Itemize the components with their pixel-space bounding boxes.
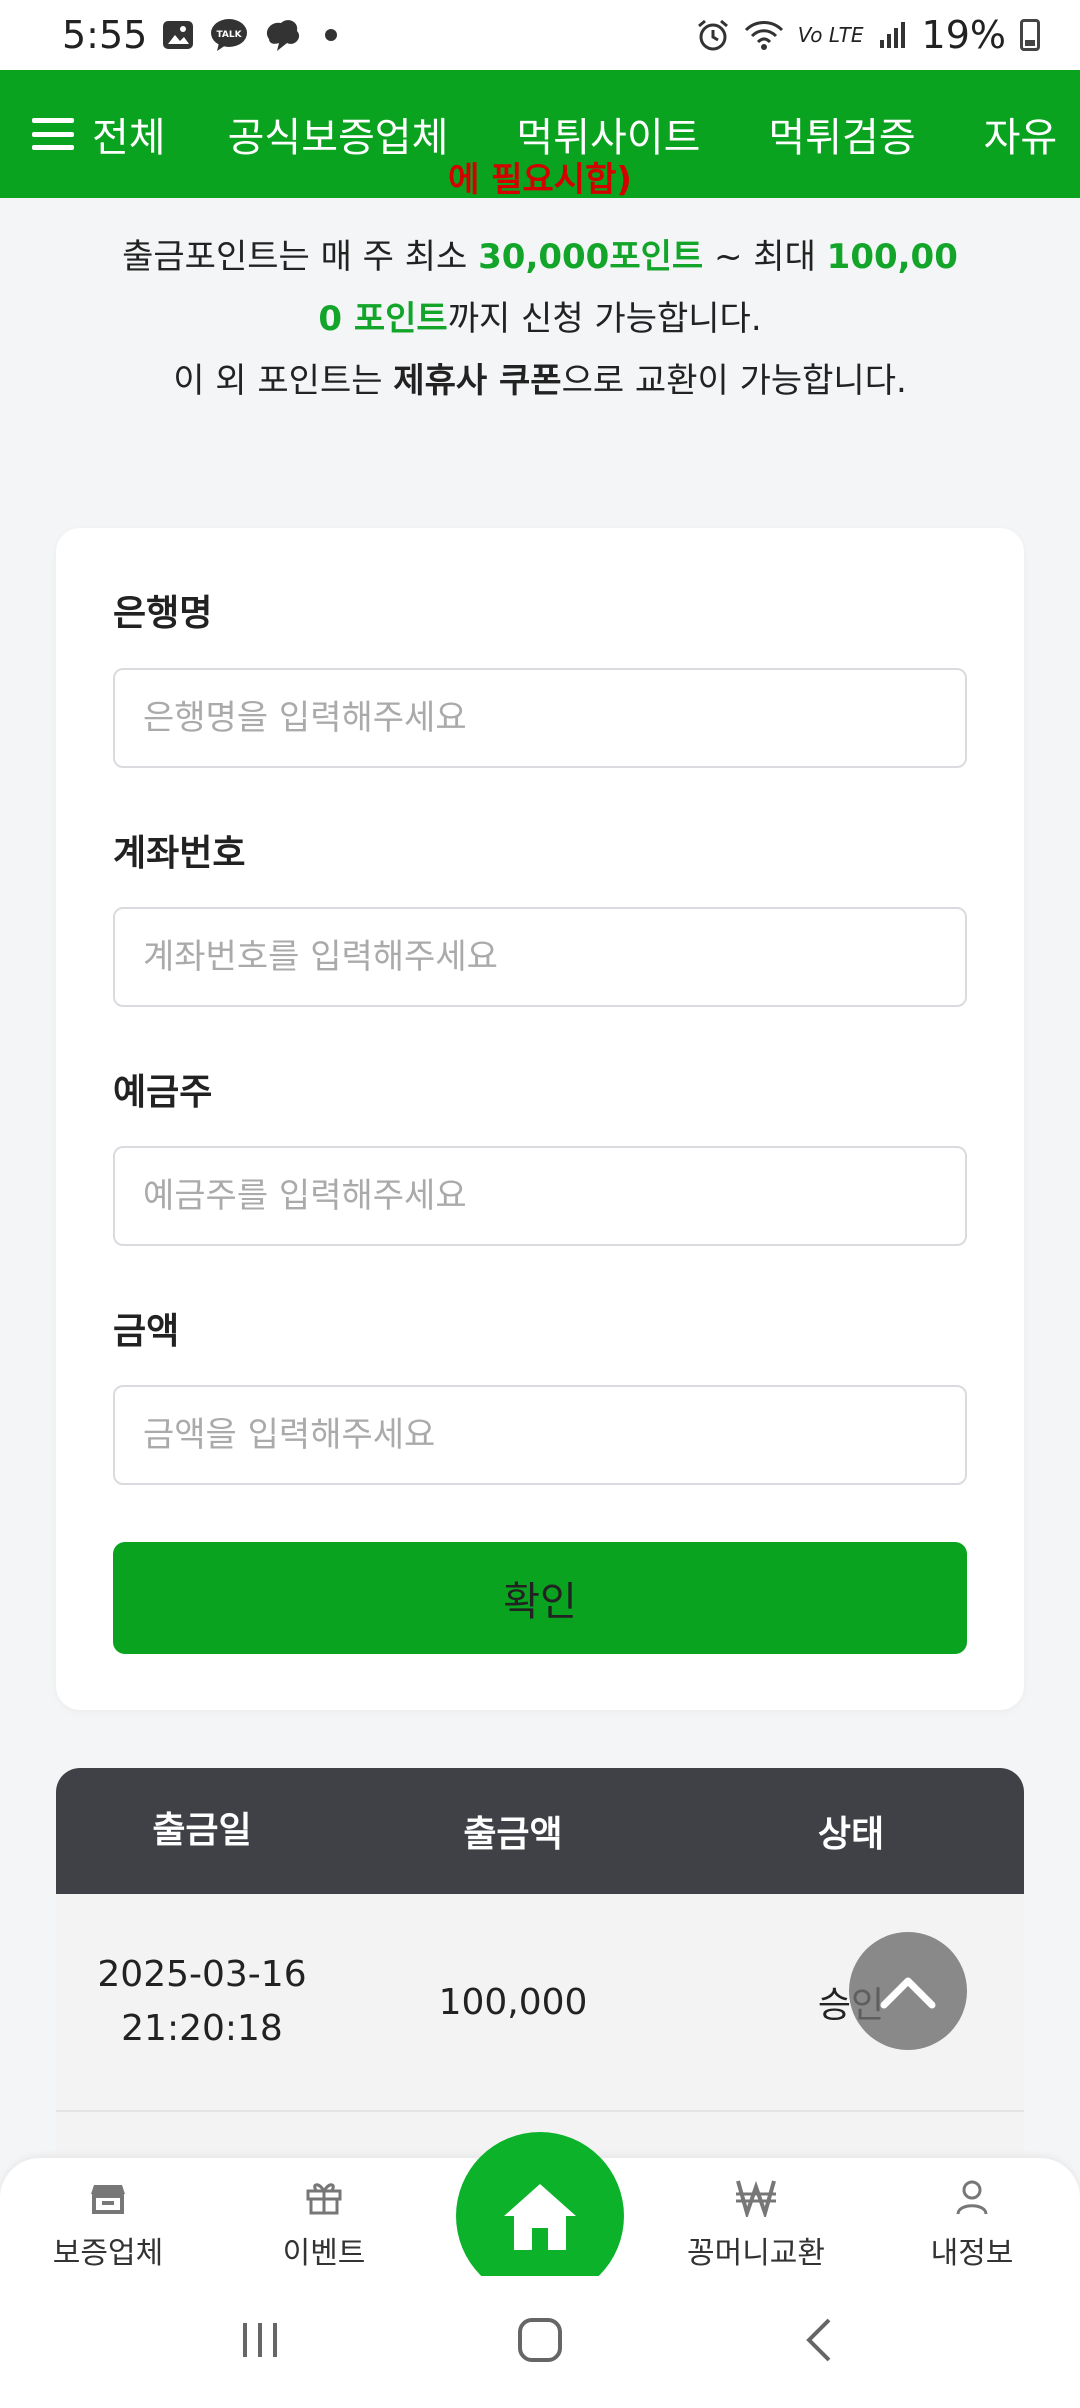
status-bar: 5:55 TALK Vo LTE 19% [0,0,1080,70]
notification-dot [325,29,338,41]
account-label: 계좌번호 [113,833,246,874]
home-button[interactable] [456,2132,624,2300]
recent-apps-icon[interactable] [235,2315,285,2369]
bottom-nav-label: 내정보 [930,2236,1014,2271]
hamburger-icon [32,118,74,150]
withdraw-form-card: 은행명 계좌번호 예금주 금액 확인 [56,528,1024,1710]
svg-text:TALK: TALK [217,30,243,40]
bank-label: 은행명 [113,593,213,634]
gift-icon [224,2172,424,2222]
table-header: 출금일 출금액 상태 [56,1768,1024,1894]
account-input[interactable] [113,907,967,1007]
system-nav [0,2276,1080,2408]
battery-icon [1020,19,1040,51]
chat-cloud-icon [263,17,303,53]
amount-input[interactable] [113,1385,967,1485]
holder-label: 예금주 [113,1072,213,1113]
won-icon [656,2172,856,2222]
info-line-3: 이 외 포인트는 제휴사 쿠폰으로 교환이 가능합니다. [173,361,907,401]
chevron-up-icon [880,1977,936,2009]
wifi-icon [744,18,784,52]
home-nav-icon[interactable] [515,2315,565,2369]
info-line-1: 출금포인트는 매 주 최소 30,000포인트 ~ 최대 100,00 [122,237,958,277]
bottom-nav-my-info[interactable]: 내정보 [872,2172,1072,2272]
talk-icon: TALK [209,17,249,53]
row-amount: 100,000 [438,1981,588,2023]
holder-input[interactable] [113,1146,967,1246]
confirm-button[interactable]: 확인 [113,1542,967,1654]
store-icon [8,2172,208,2222]
bottom-nav-label: 이벤트 [282,2236,366,2271]
bottom-nav-label: 꽁머니교환 [687,2236,825,2271]
menu-button[interactable]: 전체 [32,105,166,163]
bank-input[interactable] [113,668,967,768]
withdraw-info: 에 필요시합) 출금포인트는 매 주 최소 30,000포인트 ~ 최대 100… [60,160,1020,412]
back-icon[interactable] [795,2315,845,2369]
alarm-icon [696,18,730,52]
info-line-2: 0 포인트까지 신청 가능합니다. [318,299,762,339]
bottom-nav-label: 보증업체 [52,2236,164,2271]
battery-percent: 19% [921,13,1006,57]
home-icon [504,2184,576,2250]
clock: 5:55 [62,13,148,57]
row-date: 2025-03-16 21:20:18 [97,1954,307,2049]
amount-label: 금액 [113,1311,180,1352]
menu-label: 전체 [92,115,166,161]
nav-item-verification[interactable]: 먹튀검증 [768,105,915,163]
header-date: 출금일 [152,1810,252,1851]
nav-item-official[interactable]: 공식보증업체 [228,105,449,163]
scroll-top-button[interactable] [849,1932,967,2050]
signal-icon [878,20,908,50]
nav-item-scam-sites[interactable]: 먹튀사이트 [516,105,700,163]
bottom-nav-events[interactable]: 이벤트 [224,2172,424,2272]
cut-off-notice: 에 필요시합) [448,160,632,200]
header-amount: 출금액 [463,1814,563,1855]
user-icon [872,2172,1072,2222]
nav-item-free[interactable]: 자유 [984,105,1058,163]
bottom-nav-partners[interactable]: 보증업체 [8,2172,208,2272]
gallery-icon [161,18,195,52]
volte-indicator: Vo LTE [797,23,864,47]
header-status: 상태 [817,1814,885,1855]
bottom-nav-exchange[interactable]: 꽁머니교환 [656,2172,856,2272]
